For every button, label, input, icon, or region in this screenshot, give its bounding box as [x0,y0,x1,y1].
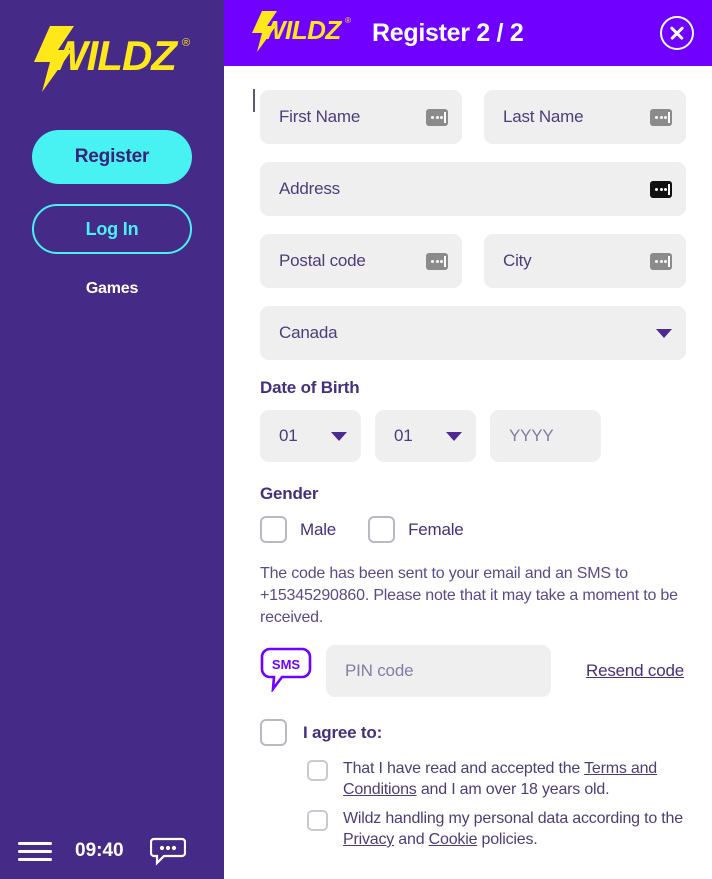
privacy-post: policies. [477,831,537,848]
svg-text:WILDZ: WILDZ [48,32,178,79]
svg-text:®: ® [345,16,351,25]
country-row: Canada [260,306,686,360]
svg-text:®: ® [182,37,190,49]
cookie-link[interactable]: Cookie [429,831,478,848]
country-value: Canada [279,323,656,343]
hamburger-icon[interactable] [18,837,52,866]
svg-text:SMS: SMS [272,657,301,672]
registration-form: First Name Last Name Address Postal cod [224,66,712,850]
name-row: First Name Last Name [260,90,686,144]
chevron-down-icon [331,432,347,441]
autofill-icon[interactable] [426,253,448,270]
app-root: WILDZ ® Register Log In Games 09:40 [0,0,712,879]
gender-label: Gender [260,484,686,504]
terms-post: and I am over 18 years old. [417,781,610,798]
last-name-placeholder: Last Name [503,107,650,127]
autofill-icon[interactable] [650,109,672,126]
sms-bubble-glyph: SMS [260,646,312,692]
sidebar: WILDZ ® Register Log In Games 09:40 [0,0,224,879]
pin-code-field[interactable]: PIN code [326,645,551,697]
privacy-pre: Wildz handling my personal data accordin… [343,810,683,827]
sidebar-item-games[interactable]: Games [0,280,224,298]
dob-row: 01 01 YYYY [260,410,686,462]
dob-day-value: 01 [279,426,331,446]
pin-row: SMS PIN code Resend code [260,645,686,697]
gender-female-checkbox[interactable] [368,516,395,543]
terms-pre: That I have read and accepted the [343,760,584,777]
city-placeholder: City [503,251,650,271]
clock-label: 09:40 [75,840,124,862]
postal-city-row: Postal code City [260,234,686,288]
dob-month-select[interactable]: 01 [375,410,476,462]
main-panel: WILDZ ® Register 2 / 2 First Name Last N… [224,0,712,879]
privacy-checkbox[interactable] [307,810,328,831]
agree-row: I agree to: [260,719,686,746]
dob-day-select[interactable]: 01 [260,410,361,462]
address-placeholder: Address [279,179,650,199]
header-logo-icon: WILDZ ® [245,10,357,52]
address-row: Address [260,162,686,216]
resend-code-link[interactable]: Resend code [586,661,684,681]
privacy-text: Wildz handling my personal data accordin… [343,808,686,850]
agree-all-label: I agree to: [303,723,382,743]
header-wildz-logo: WILDZ ® [245,10,357,57]
sms-info-text: The code has been sent to your email and… [260,563,686,629]
first-name-placeholder: First Name [279,107,426,127]
register-header: WILDZ ® Register 2 / 2 [224,0,712,66]
wildz-logo-icon: WILDZ ® [22,24,202,94]
autofill-icon[interactable] [426,109,448,126]
chat-bubble-icon[interactable] [150,836,186,866]
chevron-down-icon [446,432,462,441]
terms-checkbox[interactable] [307,760,328,781]
postal-code-placeholder: Postal code [279,251,426,271]
dob-year-placeholder: YYYY [509,426,587,446]
terms-agreement-row: That I have read and accepted the Terms … [307,758,686,800]
first-name-field[interactable]: First Name [260,90,462,144]
pin-code-placeholder: PIN code [345,661,537,681]
gender-row: Male Female [260,516,686,543]
last-name-field[interactable]: Last Name [484,90,686,144]
address-field[interactable]: Address [260,162,686,216]
chevron-down-icon [656,329,672,338]
terms-text: That I have read and accepted the Terms … [343,758,686,800]
login-button[interactable]: Log In [32,204,192,254]
dob-year-field[interactable]: YYYY [490,410,601,462]
page-title: Register 2 / 2 [372,19,660,48]
gender-male-label: Male [300,520,336,540]
chat-bubble-glyph [150,836,186,866]
dob-month-value: 01 [394,426,446,446]
close-icon[interactable] [660,16,694,50]
wildz-logo: WILDZ ® [0,20,224,98]
gender-female-label: Female [408,520,464,540]
register-button[interactable]: Register [32,130,192,184]
svg-text:WILDZ: WILDZ [261,15,342,45]
sms-icon: SMS [260,646,312,697]
autofill-icon[interactable] [650,253,672,270]
postal-code-field[interactable]: Postal code [260,234,462,288]
text-caret [253,89,255,112]
agree-all-checkbox[interactable] [260,719,287,746]
gender-male-checkbox[interactable] [260,516,287,543]
sidebar-bottom-bar: 09:40 [0,823,224,879]
privacy-agreement-row: Wildz handling my personal data accordin… [307,808,686,850]
privacy-link[interactable]: Privacy [343,831,394,848]
city-field[interactable]: City [484,234,686,288]
privacy-mid: and [394,831,429,848]
autofill-icon[interactable] [650,181,672,198]
dob-label: Date of Birth [260,378,686,398]
country-select[interactable]: Canada [260,306,686,360]
